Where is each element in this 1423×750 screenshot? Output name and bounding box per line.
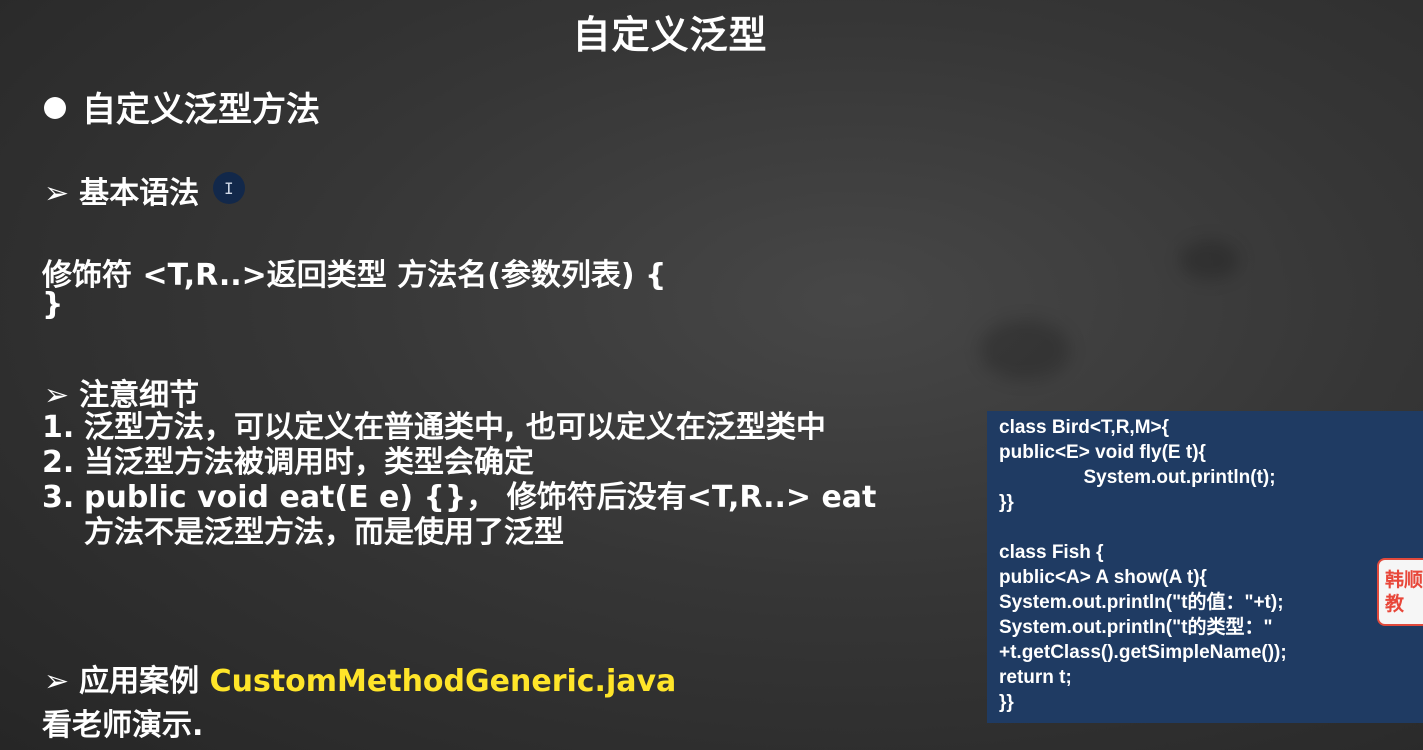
note-number: 3. <box>42 480 75 515</box>
syntax-line-1: 修饰符 <T,R..>返回类型 方法名(参数列表) { <box>42 258 667 293</box>
note-item: 1. 泛型方法，可以定义在普通类中, 也可以定义在泛型类中 <box>42 410 902 445</box>
note-text: public void eat(E e) {}， 修饰符后没有<T,R..> e… <box>84 480 877 550</box>
arrow-right-icon: ➢ <box>44 664 70 699</box>
section-heading-text: 自定义泛型方法 <box>82 90 320 130</box>
bullet-icon <box>44 96 66 119</box>
slide-title: 自定义泛型 <box>572 13 768 57</box>
code-line: +t.getClass().getSimpleName()); <box>999 642 1287 663</box>
code-line: return t; <box>999 667 1072 688</box>
case-label: 应用案例 <box>79 664 200 699</box>
brand-badge[interactable]: 韩顺 教 <box>1377 558 1423 626</box>
code-line: class Fish { <box>999 542 1104 563</box>
note-item: 2. 当泛型方法被调用时，类型会确定 <box>42 445 902 480</box>
code-line: }} <box>999 492 1014 513</box>
note-text: 泛型方法，可以定义在普通类中, 也可以定义在泛型类中 <box>84 410 826 445</box>
arrow-right-icon: ➢ <box>44 176 70 211</box>
code-line: }} <box>999 692 1014 713</box>
badge-line-1: 韩顺 <box>1385 569 1423 591</box>
notes-list: 1. 泛型方法，可以定义在普通类中, 也可以定义在泛型类中 2. 当泛型方法被调用时… <box>42 410 902 550</box>
syntax-subheading: ➢ 基本语法 <box>44 168 199 212</box>
case-filename: CustomMethodGeneric.java <box>209 664 677 699</box>
syntax-label: 基本语法 <box>79 176 200 211</box>
ibeam-icon: I <box>224 179 234 198</box>
code-line: class Bird<T,R,M>{ <box>999 417 1170 438</box>
code-line: System.out.println("t的类型：" <box>999 617 1273 638</box>
notes-label: 注意细节 <box>79 378 200 413</box>
note-text: 当泛型方法被调用时，类型会确定 <box>84 445 534 480</box>
code-line: public<E> void fly(E t){ <box>999 442 1206 463</box>
chalk-smudge <box>1180 240 1240 280</box>
chalk-smudge <box>980 320 1070 380</box>
code-line: public<A> A show(A t){ <box>999 567 1207 588</box>
arrow-right-icon: ➢ <box>44 378 70 413</box>
code-line: System.out.println("t的值："+t); <box>999 592 1284 613</box>
note-number: 1. <box>42 410 75 445</box>
badge-line-2: 教 <box>1385 593 1405 615</box>
notes-subheading: ➢ 注意细节 <box>44 370 199 414</box>
section-heading: 自定义泛型方法 <box>44 82 320 131</box>
demo-text: 看老师演示. <box>42 708 204 743</box>
syntax-line-2: } <box>42 287 64 322</box>
code-line: System.out.println(t); <box>999 467 1276 488</box>
note-number: 2. <box>42 445 75 480</box>
case-subheading: ➢ 应用案例 CustomMethodGeneric.java <box>44 656 676 700</box>
note-item: 3. public void eat(E e) {}， 修饰符后没有<T,R..>… <box>42 480 902 550</box>
code-snippet-box: class Bird<T,R,M>{ public<E> void fly(E … <box>987 411 1423 723</box>
